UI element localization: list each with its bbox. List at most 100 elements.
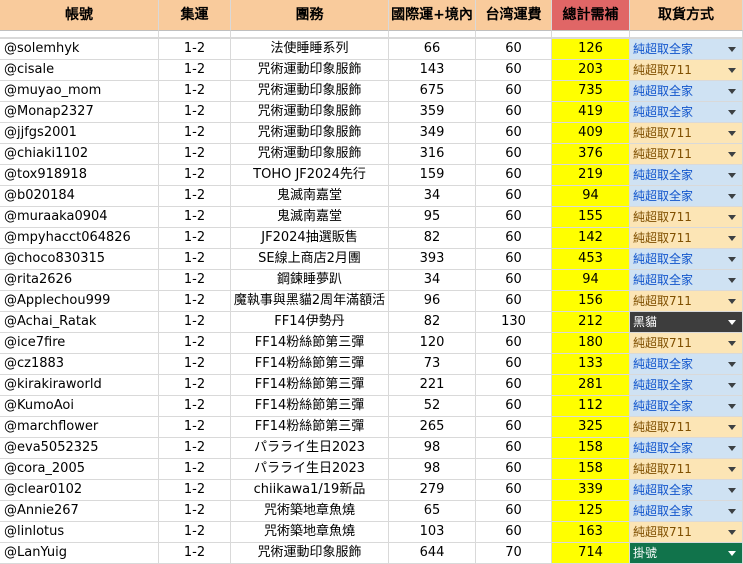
header-pickup-method[interactable]: 取貨方式 (630, 0, 743, 31)
account-cell[interactable]: @Applechou999 (0, 291, 159, 312)
shipment-cell[interactable]: 1-2 (159, 438, 231, 459)
account-cell[interactable]: @tox918918 (0, 165, 159, 186)
group-order-cell[interactable]: パラライ生日2023 (231, 459, 389, 480)
tw-shipping-cell[interactable]: 60 (476, 333, 552, 354)
shipment-cell[interactable]: 1-2 (159, 165, 231, 186)
header-group-order[interactable]: 團務 (231, 0, 389, 31)
group-order-cell[interactable]: 咒術築地章魚燒 (231, 501, 389, 522)
pickup-method-dropdown[interactable]: 純超取全家 (630, 396, 743, 417)
spacer-cell[interactable] (389, 31, 476, 38)
shipment-cell[interactable]: 1-2 (159, 480, 231, 501)
tw-shipping-cell[interactable]: 60 (476, 207, 552, 228)
total-due-cell[interactable]: 339 (552, 480, 630, 501)
spacer-cell[interactable] (630, 31, 743, 38)
group-order-cell[interactable]: 咒術築地章魚燒 (231, 522, 389, 543)
intl-shipping-cell[interactable]: 65 (389, 501, 476, 522)
group-order-cell[interactable]: 咒術運動印象服飾 (231, 123, 389, 144)
pickup-method-dropdown[interactable]: 純超取全家 (630, 354, 743, 375)
account-cell[interactable]: @clear0102 (0, 480, 159, 501)
intl-shipping-cell[interactable]: 120 (389, 333, 476, 354)
intl-shipping-cell[interactable]: 95 (389, 207, 476, 228)
account-cell[interactable]: @b020184 (0, 186, 159, 207)
pickup-method-dropdown[interactable]: 純超取全家 (630, 81, 743, 102)
total-due-cell[interactable]: 125 (552, 501, 630, 522)
intl-shipping-cell[interactable]: 82 (389, 312, 476, 333)
chevron-down-icon[interactable] (728, 299, 736, 304)
group-order-cell[interactable]: SE線上商店2月團 (231, 249, 389, 270)
pickup-method-dropdown[interactable]: 純超取711 (630, 228, 743, 249)
pickup-method-dropdown[interactable]: 純超取711 (630, 417, 743, 438)
account-cell[interactable]: @cora_2005 (0, 459, 159, 480)
total-due-cell[interactable]: 409 (552, 123, 630, 144)
pickup-method-dropdown[interactable]: 純超取全家 (630, 438, 743, 459)
pickup-method-dropdown[interactable]: 純超取全家 (630, 165, 743, 186)
chevron-down-icon[interactable] (728, 68, 736, 73)
shipment-cell[interactable]: 1-2 (159, 543, 231, 564)
pickup-method-dropdown[interactable]: 純超取全家 (630, 501, 743, 522)
tw-shipping-cell[interactable]: 60 (476, 459, 552, 480)
shipment-cell[interactable]: 1-2 (159, 102, 231, 123)
tw-shipping-cell[interactable]: 60 (476, 123, 552, 144)
chevron-down-icon[interactable] (728, 236, 736, 241)
spacer-cell[interactable] (476, 31, 552, 38)
shipment-cell[interactable]: 1-2 (159, 375, 231, 396)
spacer-cell[interactable] (0, 31, 159, 38)
account-cell[interactable]: @LanYuig (0, 543, 159, 564)
intl-shipping-cell[interactable]: 98 (389, 438, 476, 459)
shipment-cell[interactable]: 1-2 (159, 291, 231, 312)
chevron-down-icon[interactable] (728, 257, 736, 262)
header-shipment[interactable]: 集運 (159, 0, 231, 31)
tw-shipping-cell[interactable]: 60 (476, 291, 552, 312)
total-due-cell[interactable]: 112 (552, 396, 630, 417)
account-cell[interactable]: @choco830315 (0, 249, 159, 270)
chevron-down-icon[interactable] (728, 320, 736, 325)
intl-shipping-cell[interactable]: 316 (389, 144, 476, 165)
tw-shipping-cell[interactable]: 60 (476, 480, 552, 501)
group-order-cell[interactable]: TOHO JF2024先行 (231, 165, 389, 186)
shipment-cell[interactable]: 1-2 (159, 333, 231, 354)
chevron-down-icon[interactable] (728, 488, 736, 493)
total-due-cell[interactable]: 325 (552, 417, 630, 438)
shipment-cell[interactable]: 1-2 (159, 459, 231, 480)
shipment-cell[interactable]: 1-2 (159, 123, 231, 144)
total-due-cell[interactable]: 158 (552, 438, 630, 459)
pickup-method-dropdown[interactable]: 純超取全家 (630, 270, 743, 291)
account-cell[interactable]: @muyao_mom (0, 81, 159, 102)
tw-shipping-cell[interactable]: 60 (476, 60, 552, 81)
spacer-cell[interactable] (159, 31, 231, 38)
tw-shipping-cell[interactable]: 60 (476, 354, 552, 375)
chevron-down-icon[interactable] (728, 551, 736, 556)
tw-shipping-cell[interactable]: 60 (476, 501, 552, 522)
total-due-cell[interactable]: 126 (552, 39, 630, 60)
group-order-cell[interactable]: 咒術運動印象服飾 (231, 60, 389, 81)
intl-shipping-cell[interactable]: 644 (389, 543, 476, 564)
group-order-cell[interactable]: JF2024抽選販售 (231, 228, 389, 249)
total-due-cell[interactable]: 735 (552, 81, 630, 102)
shipment-cell[interactable]: 1-2 (159, 39, 231, 60)
header-intl-shipping[interactable]: 國際運+境內 (389, 0, 476, 31)
shipment-cell[interactable]: 1-2 (159, 81, 231, 102)
intl-shipping-cell[interactable]: 279 (389, 480, 476, 501)
tw-shipping-cell[interactable]: 60 (476, 228, 552, 249)
chevron-down-icon[interactable] (728, 530, 736, 535)
tw-shipping-cell[interactable]: 60 (476, 39, 552, 60)
intl-shipping-cell[interactable]: 221 (389, 375, 476, 396)
group-order-cell[interactable]: 魔執事與黑貓2周年滿額活 (231, 291, 389, 312)
tw-shipping-cell[interactable]: 60 (476, 522, 552, 543)
total-due-cell[interactable]: 714 (552, 543, 630, 564)
account-cell[interactable]: @Achai_Ratak (0, 312, 159, 333)
pickup-method-dropdown[interactable]: 純超取711 (630, 144, 743, 165)
group-order-cell[interactable]: FF14粉絲節第三彈 (231, 354, 389, 375)
tw-shipping-cell[interactable]: 70 (476, 543, 552, 564)
pickup-method-dropdown[interactable]: 掛號 (630, 543, 743, 564)
intl-shipping-cell[interactable]: 34 (389, 270, 476, 291)
intl-shipping-cell[interactable]: 393 (389, 249, 476, 270)
chevron-down-icon[interactable] (728, 425, 736, 430)
shipment-cell[interactable]: 1-2 (159, 396, 231, 417)
account-cell[interactable]: @jjfgs2001 (0, 123, 159, 144)
intl-shipping-cell[interactable]: 675 (389, 81, 476, 102)
spacer-cell[interactable] (552, 31, 630, 38)
account-cell[interactable]: @marchflower (0, 417, 159, 438)
tw-shipping-cell[interactable]: 60 (476, 417, 552, 438)
header-total-due[interactable]: 總計需補 (552, 0, 630, 31)
